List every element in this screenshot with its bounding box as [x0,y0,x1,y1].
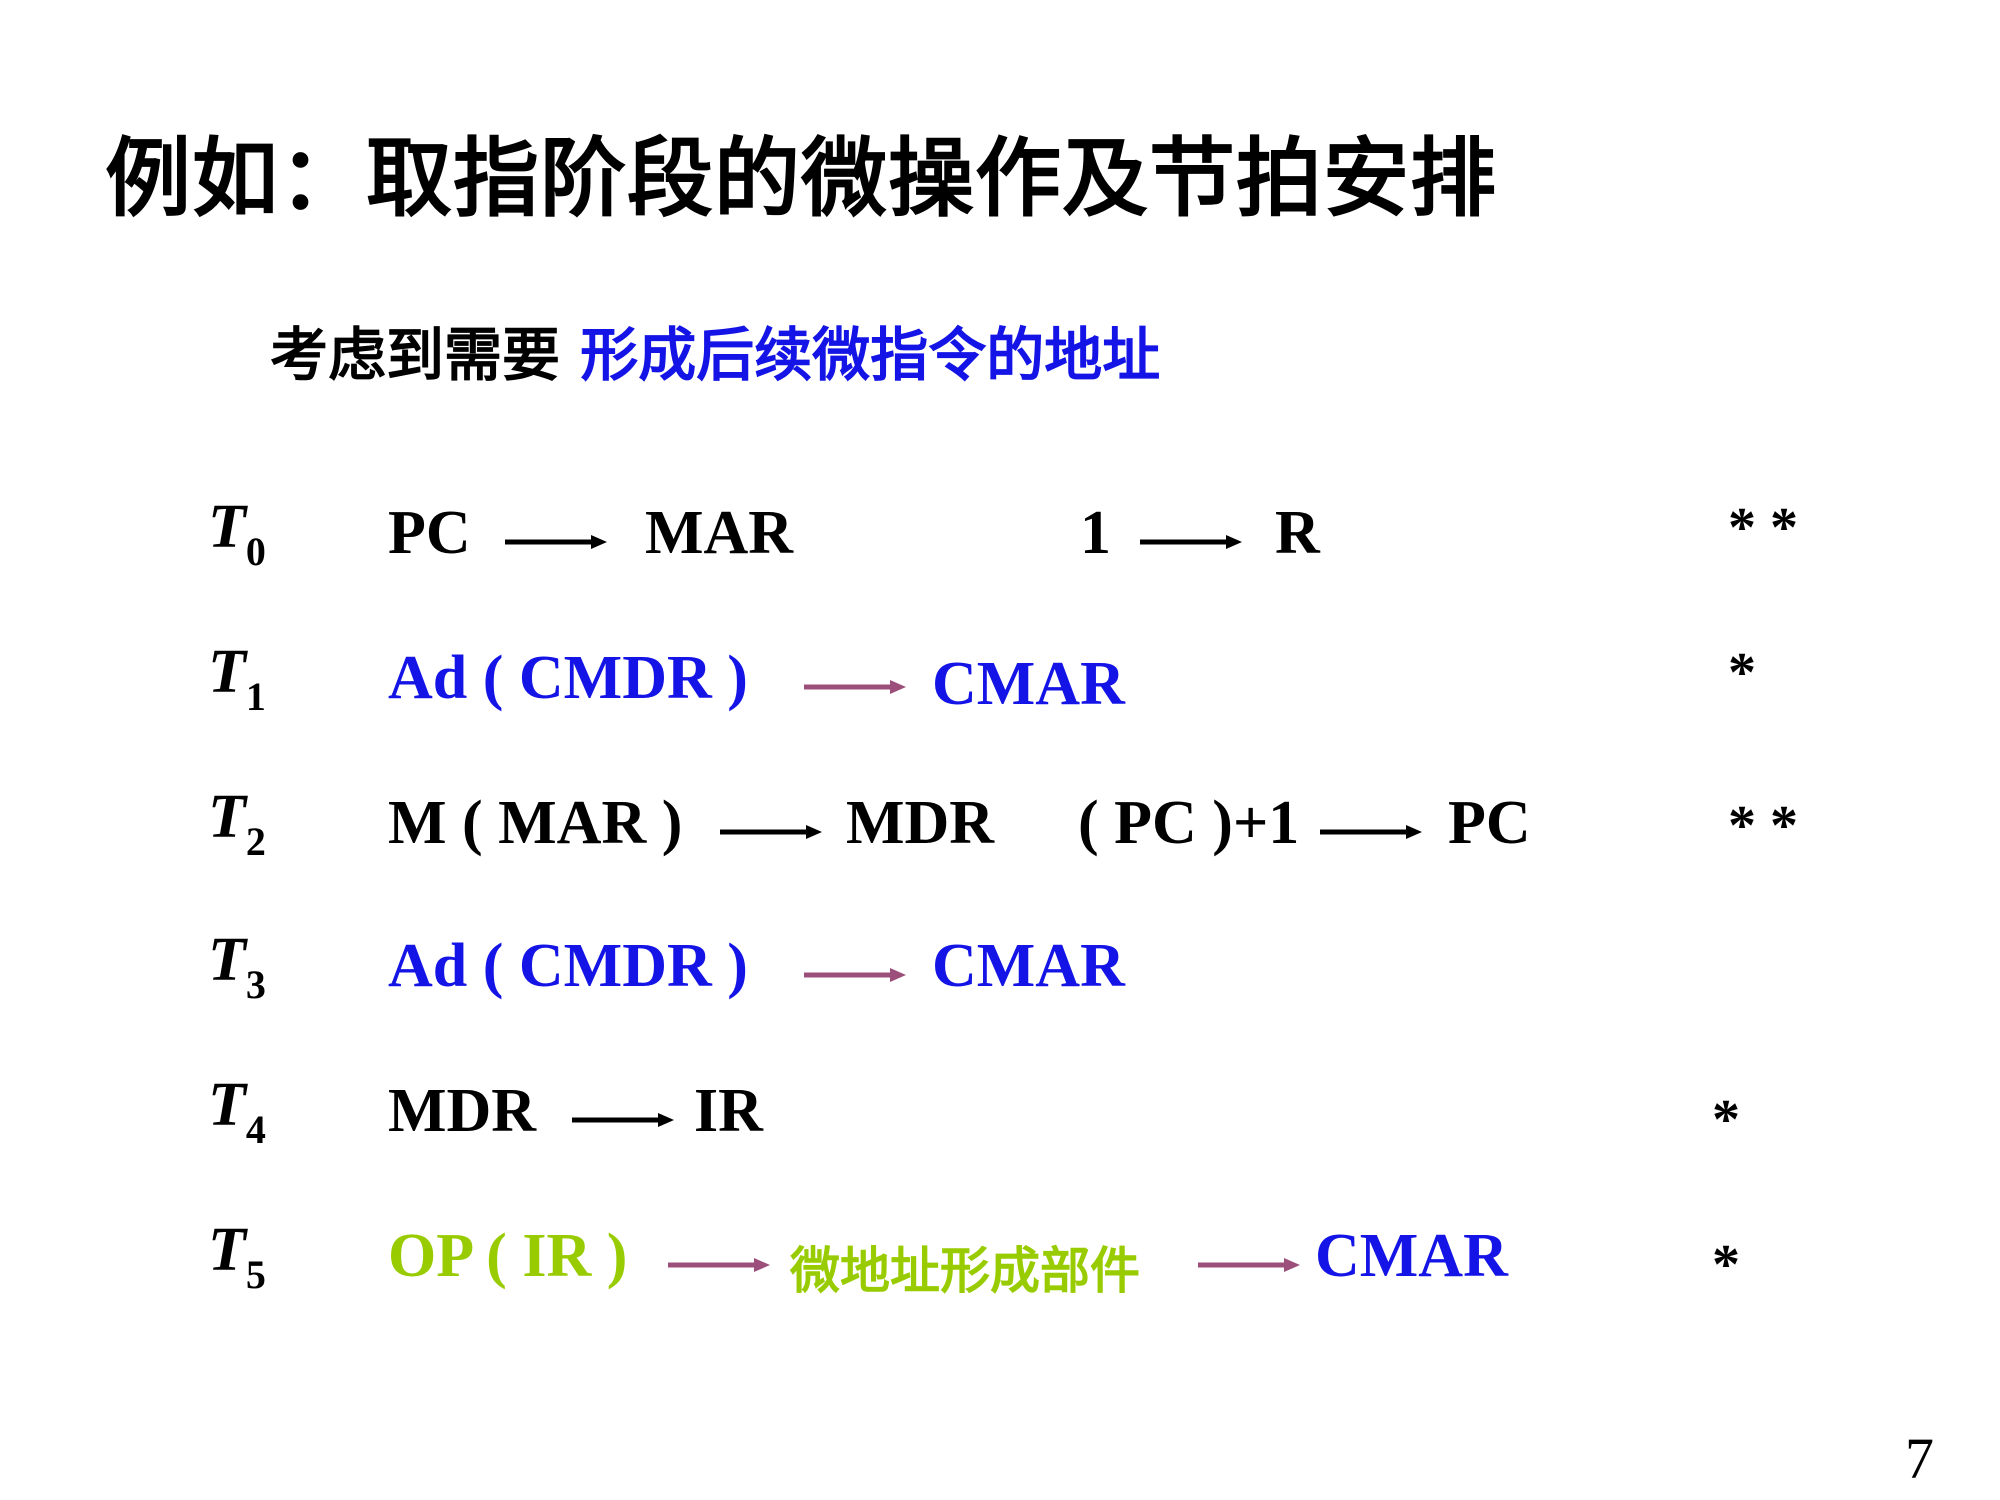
timing-row-t1: T1 Ad ( CMDR ) CMAR * [0,637,2000,767]
timing-label: T2 [208,783,266,864]
timing-label: T0 [208,493,266,574]
subtitle: 考虑到需要 形成后续微指令的地址 [270,308,1160,392]
micro-op-target: CMAR [1315,1222,1508,1290]
page-title: 例如：取指阶段的微操作及节拍安排 [105,129,1497,229]
timing-row-t4: T4 MDR IR * [0,1070,2000,1200]
arrow-right-icon [1140,535,1242,549]
micro-op-source: Ad ( CMDR ) [388,644,748,712]
arrow-right-icon [720,825,822,839]
star-marker: * * [1728,497,1798,559]
arrow-right-icon [505,535,607,549]
timing-label: T4 [208,1071,266,1152]
subtitle-prefix: 考虑到需要 [270,321,581,389]
micro-op-target: MAR [645,499,794,567]
arrow-right-icon [572,1113,674,1127]
page-number: 7 [1905,1426,1934,1491]
arrow-right-icon [804,968,906,982]
timing-label: T1 [208,638,266,719]
micro-op-source: PC [388,499,471,567]
micro-address-unit: 微地址形成部件 [790,1242,1140,1300]
micro-op-target: IR [694,1077,763,1145]
subtitle-highlight: 形成后续微指令的地址 [580,321,1161,389]
micro-op-source: OP ( IR ) [388,1222,628,1290]
micro-op-target: CMAR [932,932,1125,1000]
micro-op-target-2: R [1275,499,1320,567]
micro-op-target-2: PC [1448,789,1531,857]
timing-row-t0: T0 PC MAR 1 R * * [0,492,2000,622]
star-marker: * [1728,642,1756,704]
micro-op-source: M ( MAR ) [388,789,683,857]
micro-op-target: MDR [846,789,995,857]
arrow-right-icon [1320,825,1422,839]
timing-label: T3 [208,926,266,1007]
timing-label: T5 [208,1216,266,1297]
micro-op-source: Ad ( CMDR ) [388,932,748,1000]
star-marker: * [1712,1234,1740,1296]
micro-op-source-2: 1 [1080,499,1111,567]
arrow-right-icon [804,680,906,694]
arrow-right-icon [1198,1258,1300,1272]
star-marker: * * [1728,795,1798,857]
star-marker: * [1712,1089,1740,1151]
timing-row-t2: T2 M ( MAR ) MDR ( PC )+1 PC * * [0,782,2000,912]
micro-op-source-2: ( PC )+1 [1078,789,1300,857]
timing-row-t5: T5 OP ( IR ) 微地址形成部件 CMAR * [0,1215,2000,1345]
micro-op-source: MDR [388,1077,537,1145]
timing-row-t3: T3 Ad ( CMDR ) CMAR [0,925,2000,1055]
micro-op-target: CMAR [932,650,1125,718]
arrow-right-icon [668,1258,770,1272]
